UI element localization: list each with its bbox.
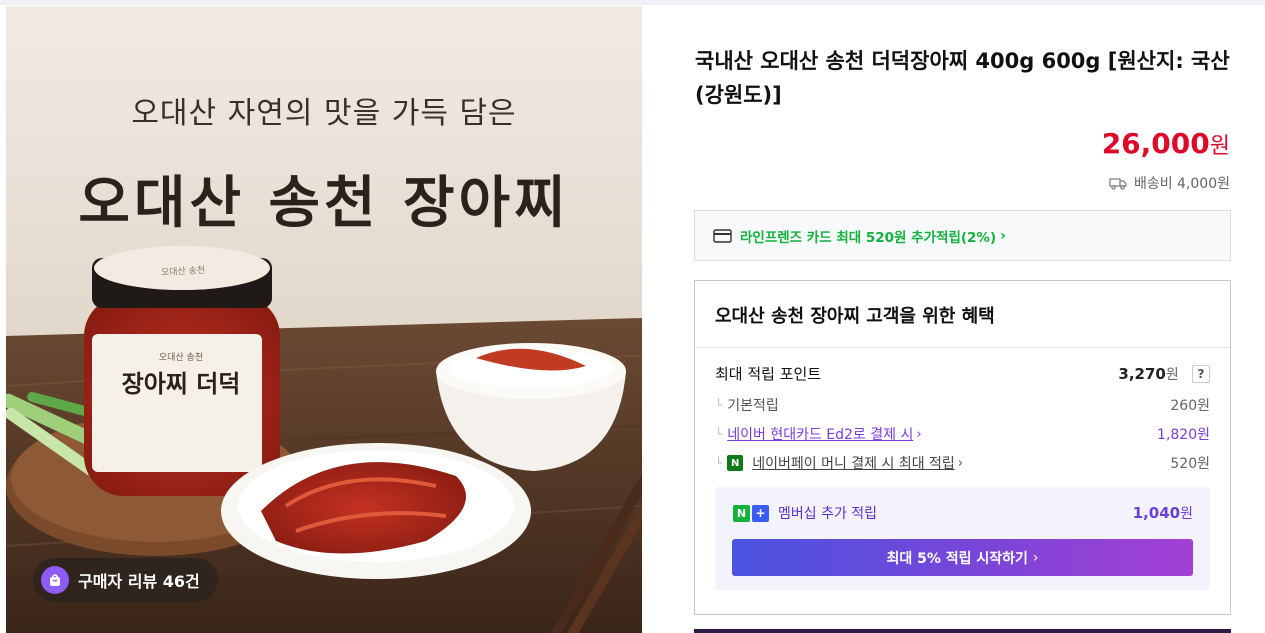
chevron-right-icon: ›: [1032, 549, 1039, 566]
image-title: 오대산 송천 장아찌: [78, 170, 570, 236]
card-promo-text: 라인프렌즈 카드 최대 520원 추가적립(2%): [740, 229, 997, 246]
help-button[interactable]: ?: [1192, 365, 1210, 383]
membership-number: 1,040: [1132, 504, 1181, 522]
truck-icon: [1109, 177, 1127, 190]
basic-points-value: 260원: [1170, 398, 1210, 414]
bottom-bar: [694, 629, 1231, 633]
npay-points-row: └ N 네이버페이 머니 결제 시 최대 적립 › 520원: [715, 453, 1210, 473]
max-points-number: 3,270: [1118, 364, 1166, 383]
review-bag-icon: [41, 566, 69, 594]
chevron-right-icon: ›: [957, 455, 964, 471]
price-value: 26,000: [1101, 127, 1210, 160]
credit-card-icon: [713, 228, 732, 243]
max-points-unit: 원: [1165, 366, 1179, 383]
chevron-right-icon: ›: [916, 426, 922, 442]
chevron-right-icon: ›: [1000, 227, 1006, 244]
review-badge-button[interactable]: 구매자 리뷰 46건: [33, 558, 218, 602]
benefits-box: 오대산 송천 장아찌 고객을 위한 혜택 최대 적립 포인트 3,270원 ? …: [694, 280, 1231, 615]
tree-connector-icon: └: [715, 456, 723, 470]
card-promo-banner[interactable]: 라인프렌즈 카드 최대 520원 추가적립(2%) ›: [694, 210, 1231, 261]
membership-label: 멤버십 추가 적립: [778, 506, 878, 522]
tree-connector-icon: └: [715, 398, 723, 412]
membership-box: N + 멤버십 추가 적립 1,040원 최대 5% 적립 시작하기 ›: [715, 487, 1210, 590]
benefits-title: 오대산 송천 장아찌 고객을 위한 혜택: [715, 306, 995, 327]
membership-unit: 원: [1180, 506, 1193, 522]
max-points-row: 최대 적립 포인트 3,270원 ?: [715, 363, 1210, 384]
basic-points-label: 기본적립: [727, 398, 779, 414]
product-info-panel: 국내산 오대산 송천 더덕장아찌 400g 600g [원산지: 국산(강원도)…: [642, 6, 1265, 633]
product-image[interactable]: 오대산 자연의 맛을 가득 담은 오대산 송천 장아찌 오대산 송천 오대산 송…: [6, 6, 642, 633]
shipping-fee: 배송비 4,000원: [1109, 173, 1230, 193]
card-points-value: 1,820원: [1157, 427, 1210, 443]
card-points-link[interactable]: 네이버 현대카드 Ed2로 결제 시: [727, 424, 913, 444]
membership-button-label: 최대 5% 적립 시작하기: [886, 550, 1028, 567]
product-title: 국내산 오대산 송천 더덕장아찌 400g 600g [원산지: 국산(강원도)…: [695, 49, 1230, 107]
benefits-divider: [695, 347, 1230, 348]
basic-points-row: └ 기본적립 260원: [715, 395, 1210, 415]
npay-icon: N: [727, 455, 744, 471]
naver-n-icon: N: [733, 504, 750, 522]
price: 26,000원: [1102, 127, 1230, 160]
review-badge-label: 구매자 리뷰 46건: [78, 572, 200, 591]
price-unit: 원: [1209, 134, 1230, 159]
membership-value: 1,040원: [1133, 503, 1193, 523]
membership-row: N + 멤버십 추가 적립 1,040원: [733, 503, 1193, 523]
plus-icon: +: [752, 504, 769, 522]
npay-points-link[interactable]: 네이버페이 머니 결제 시 최대 적립: [752, 453, 955, 473]
top-divider: [0, 0, 1265, 5]
membership-start-button[interactable]: 최대 5% 적립 시작하기 ›: [732, 539, 1193, 576]
max-points-value: 3,270원 ?: [1118, 364, 1210, 384]
max-points-label: 최대 적립 포인트: [715, 365, 822, 383]
image-subtitle: 오대산 자연의 맛을 가득 담은: [131, 96, 517, 131]
card-points-row: └ 네이버 현대카드 Ed2로 결제 시 › 1,820원: [715, 424, 1210, 444]
jar-label-main: 장아찌 더덕: [121, 369, 241, 398]
npay-points-value: 520원: [1170, 456, 1210, 472]
tree-connector-icon: └: [715, 427, 723, 441]
shipping-text: 배송비 4,000원: [1133, 176, 1230, 192]
jar-label-small: 오대산 송천: [158, 353, 204, 363]
jar-label: 오대산 송천 장아찌 더덕: [100, 338, 262, 466]
